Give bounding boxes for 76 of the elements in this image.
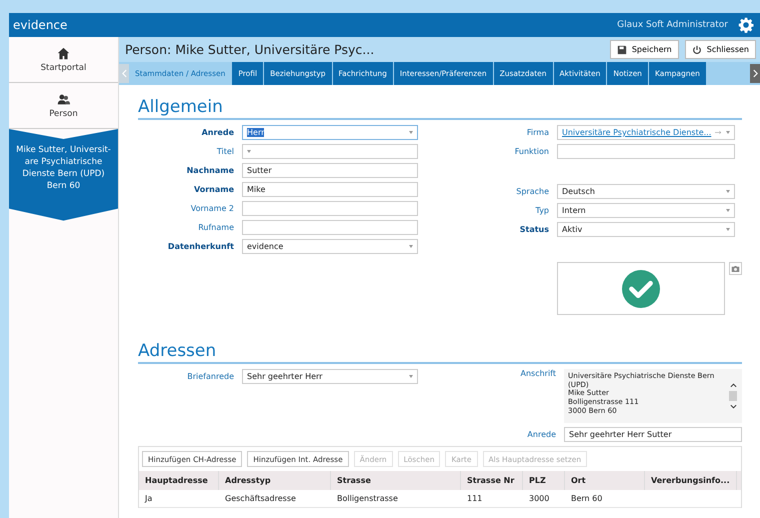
sidebar-item[interactable]: Mike Sutter, Universit-are Psychiatrische Dienste Bern (UPD) Bern 60 xyxy=(9,129,118,221)
dropdown-icon xyxy=(726,209,730,212)
field-label: Rufname xyxy=(197,223,234,232)
dropdown-icon xyxy=(409,131,413,134)
input-field[interactable]: Sehr geehrter Herr xyxy=(242,369,418,384)
field-label: Sprache xyxy=(515,187,549,196)
camera-button[interactable] xyxy=(729,262,742,275)
dropdown-icon xyxy=(409,245,413,248)
field-label: Datenherkunft xyxy=(166,242,234,251)
column-header[interactable]: Strasse Nr xyxy=(461,471,523,490)
table-cell-text: Bolligenstrasse xyxy=(336,494,399,503)
table-cell-text: 3000 xyxy=(528,494,550,503)
dropdown-icon xyxy=(726,190,730,193)
column-header[interactable]: Strasse xyxy=(331,471,461,490)
input-field[interactable]: Sutter xyxy=(242,163,418,178)
dropdown-icon xyxy=(726,228,730,231)
table-cell-text: Geschäftsadresse xyxy=(224,494,297,503)
table-cell-text: 111 xyxy=(466,494,484,503)
section-heading: Adressen xyxy=(138,341,742,364)
column-header[interactable]: Adresstyp xyxy=(219,471,331,490)
camera-icon xyxy=(731,264,740,272)
input-field[interactable]: Herr xyxy=(242,125,418,140)
table-cell-text: Bern 60 xyxy=(570,494,604,503)
user-name: Glaux Soft Administrator xyxy=(617,20,728,30)
input-field[interactable] xyxy=(242,201,418,216)
column-header[interactable]: Ort xyxy=(565,471,645,490)
sidebar-item[interactable]: Startportal xyxy=(9,37,118,83)
column-header[interactable]: Hauptadresse xyxy=(139,471,219,490)
field-label: Vorname 2 xyxy=(190,204,234,213)
arrow-right-icon xyxy=(715,129,722,136)
column-header[interactable]: PLZ xyxy=(523,471,565,490)
app-logo: evidence xyxy=(13,18,68,32)
input-field[interactable]: Intern xyxy=(557,203,735,218)
table-cell-text: Ja xyxy=(144,494,154,503)
field-label: Firma xyxy=(526,128,549,137)
chevron-left-icon xyxy=(122,69,126,78)
dropdown-icon xyxy=(726,131,730,134)
house-icon xyxy=(57,46,70,60)
toolbar-button[interactable]: Speichern xyxy=(610,40,679,59)
field-label: Briefanrede xyxy=(186,372,234,381)
input-field[interactable]: Aktiv xyxy=(557,222,735,237)
field-label: Typ xyxy=(534,206,549,215)
section-heading: Allgemein xyxy=(138,97,742,120)
settings-icon[interactable] xyxy=(738,17,754,33)
page-title: Person: Mike Sutter, Universitäre Psyc... xyxy=(125,42,376,57)
power-icon xyxy=(692,44,702,54)
field-label: Titel xyxy=(216,147,234,156)
input-field[interactable] xyxy=(242,144,418,159)
input-field[interactable] xyxy=(242,220,418,235)
input-field[interactable] xyxy=(557,144,735,159)
floppy-icon xyxy=(616,44,627,54)
sidebar-item[interactable]: Person xyxy=(9,83,118,129)
table-row[interactable]: Ja Geschäftsadresse Bolligenstrasse 111 3000 Bern 60 xyxy=(139,490,741,508)
input-field[interactable]: Deutsch xyxy=(557,184,735,199)
field-label: Status xyxy=(518,225,549,234)
chevron-right-icon xyxy=(752,69,758,78)
people-icon xyxy=(57,92,70,106)
field-label: Nachname xyxy=(186,166,234,175)
toolbar-button[interactable]: Schliessen xyxy=(684,40,756,59)
field-label: Anrede xyxy=(526,430,556,439)
input-field[interactable]: Universitäre Psychiatrische Dienste... xyxy=(557,125,735,140)
input-field[interactable]: evidence xyxy=(242,239,418,254)
input-field[interactable]: Mike xyxy=(242,182,418,197)
input-field[interactable]: Sehr geehrter Herr Sutter xyxy=(564,427,742,442)
scroll-right-button[interactable] xyxy=(750,64,760,83)
field-label: Anrede xyxy=(200,128,234,137)
scroll-left-button[interactable] xyxy=(119,64,129,83)
field-label: Funktion xyxy=(514,147,549,156)
dropdown-icon xyxy=(409,375,413,378)
chevron-up-icon xyxy=(730,383,736,388)
field-label: Vorname xyxy=(192,185,234,194)
field-label: Anschrift xyxy=(519,369,556,378)
chevron-down-icon xyxy=(730,404,736,409)
column-header[interactable]: Vererbungsinfo... xyxy=(645,471,737,490)
checkmark-icon xyxy=(622,270,660,308)
dropdown-icon xyxy=(247,150,251,153)
